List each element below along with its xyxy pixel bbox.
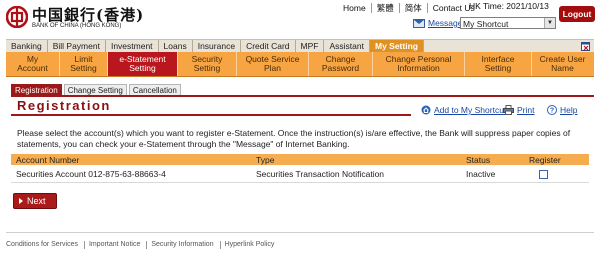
page-title: Registration [17,98,111,113]
conditions-for-services-link[interactable]: Conditions for Services [6,241,85,249]
subnav-label-line2: Password [321,63,360,73]
traditional-chinese-link[interactable]: 繁體 [372,2,400,13]
help-link[interactable]: ? Help [547,105,577,115]
register-cell [524,165,589,183]
subnav-label-line2: Information [397,63,440,73]
subnav-label-line2: Account [17,63,48,73]
subnav-label-line2: Setting [70,63,97,73]
subnav-interface-setting[interactable]: Interface Setting [465,52,532,76]
simplified-chinese-link[interactable]: 简体 [400,2,428,13]
bank-name-chinese: 中国銀行(香港) [32,6,145,24]
home-link[interactable]: Home [338,2,372,13]
status-cell: Inactive [461,165,524,183]
next-label: Next [27,196,46,206]
security-information-link[interactable]: Security Information [147,241,221,249]
subnav-change-personal-information[interactable]: Change Personal Information [373,52,465,76]
envelope-icon [413,18,425,28]
svg-text:?: ? [550,108,554,115]
house-plus-icon [421,105,431,115]
print-label: Print [517,105,535,115]
instruction-text: Please select the account(s) which you w… [17,128,571,149]
bank-logo[interactable]: 中国銀行(香港) BANK OF CHINA (HONG KONG) [6,4,143,32]
footer-links: Conditions for Services Important Notice… [6,241,280,249]
subnav-limit-setting[interactable]: Limit Setting [60,52,108,76]
chevron-down-icon: ▼ [544,18,555,28]
shortcut-select[interactable]: My Shortcut ▼ [460,17,556,29]
add-to-shortcut-label: Add to My Shortcut [434,105,507,115]
subnav-label-line2: Setting [484,63,512,73]
subnav-label-line2: Setting [193,63,221,73]
register-checkbox[interactable] [539,169,548,179]
column-header-status: Status [461,154,524,165]
tab-cancellation[interactable]: Cancellation [128,84,181,95]
close-window-icon[interactable] [581,42,590,51]
question-circle-icon: ? [547,105,557,115]
shortcut-selected-value: My Shortcut [463,19,509,29]
subnav-label-line2: Name [551,63,574,73]
help-label: Help [560,105,578,115]
statement-tabs: Registration Change Setting Cancellation [11,84,183,95]
add-to-shortcut-link[interactable]: Add to My Shortcut [421,105,506,115]
hyperlink-policy-link[interactable]: Hyperlink Policy [221,241,281,249]
print-link[interactable]: Print [503,105,534,115]
next-button[interactable]: Next [13,193,57,209]
logout-button[interactable]: Logout [559,6,595,22]
hk-time: HK Time: 2021/10/13 [469,1,549,11]
column-header-type: Type [251,154,461,165]
play-arrow-icon [19,198,23,204]
subnav-quote-service-plan[interactable]: Quote Service Plan [237,52,309,76]
type-cell: Securities Transaction Notification [251,165,461,183]
column-header-register: Register [524,154,589,165]
bank-name-english: BANK OF CHINA (HONG KONG) [32,23,122,29]
account-number-cell: Securities Account 012-875-63-88663-4 [11,165,251,183]
tab-divider [11,95,594,97]
tab-change-setting[interactable]: Change Setting [63,84,127,95]
subnav-my-account[interactable]: My Account [6,52,60,76]
subnav-change-password[interactable]: Change Password [309,52,373,76]
title-underline [11,114,411,116]
column-header-account: Account Number [11,154,251,165]
subnav-label-line2: Plan [263,63,281,73]
printer-icon [503,105,514,115]
account-table: Account Number Type Status Register Secu… [11,154,589,183]
subnav-create-user-name[interactable]: Create User Name [532,52,593,76]
tab-registration[interactable]: Registration [11,84,62,95]
table-row: Securities Account 012-875-63-88663-4 Se… [11,165,589,183]
table-header-row: Account Number Type Status Register [11,154,589,165]
message-label: Message [428,18,463,28]
sub-nav: My Account Limit Setting e-Statement Settin… [6,52,594,77]
subnav-security-setting[interactable]: Security Setting [178,52,237,76]
top-links: Home 繁體 简体 Contact Us [338,1,480,14]
subnav-e-statement-setting[interactable]: e-Statement Setting [108,52,178,76]
boc-emblem-logo [6,6,28,28]
message-link[interactable]: Message [413,18,463,28]
page-header: 中国銀行(香港) BANK OF CHINA (HONG KONG) Home … [0,0,600,38]
important-notice-link[interactable]: Important Notice [85,241,148,249]
footer-divider [6,232,594,233]
subnav-label-line2: Setting [129,63,156,73]
